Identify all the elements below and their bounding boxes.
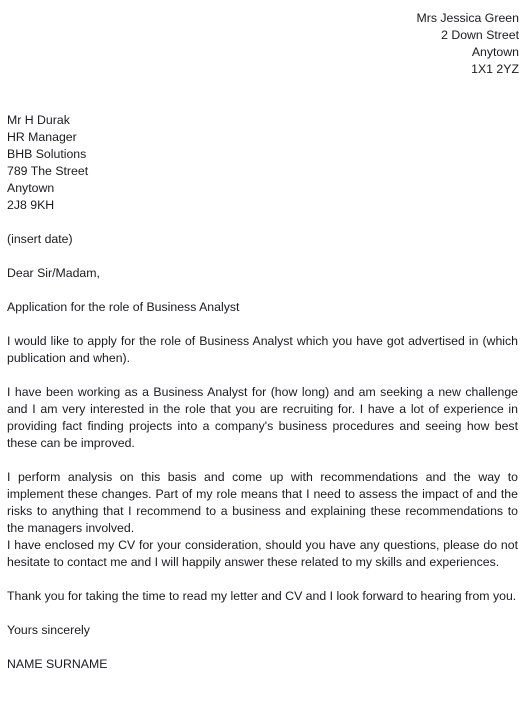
- sender-address-block: Mrs Jessica Green 2 Down Street Anytown …: [7, 10, 519, 78]
- body-paragraph-4: I have enclosed my CV for your considera…: [7, 538, 518, 569]
- sender-address-line-1: Mrs Jessica Green: [416, 11, 519, 25]
- recipient-address-block: Mr H Durak HR Manager BHB Solutions 789 …: [7, 112, 519, 214]
- sender-address-line-3: Anytown: [471, 45, 519, 59]
- body-paragraph-2: I have been working as a Business Analys…: [7, 385, 518, 450]
- spacer-after-salutation: [7, 282, 519, 299]
- recipient-address-line-4: 789 The Street: [7, 164, 89, 178]
- recipient-address-line-3: BHB Solutions: [7, 147, 87, 161]
- letter-page: Mrs Jessica Green 2 Down Street Anytown …: [0, 0, 529, 707]
- recipient-address-line-2: HR Manager: [7, 130, 77, 144]
- body-paragraph-1: I would like to apply for the role of Bu…: [7, 334, 518, 365]
- date-line: (insert date): [7, 232, 73, 246]
- recipient-address-line-5: Anytown: [7, 181, 55, 195]
- spacer-after-date: [7, 248, 519, 265]
- spacer-after-paragraph-1: [7, 367, 519, 384]
- salutation: Dear Sir/Madam,: [7, 266, 100, 280]
- spacer-after-paragraph-2: [7, 452, 519, 469]
- spacer-after-paragraph-4: [7, 571, 519, 588]
- body-paragraph-3: I perform analysis on this basis and com…: [7, 470, 518, 535]
- recipient-address-line-1: Mr H Durak: [7, 113, 70, 127]
- recipient-address-line-6: 2J8 9KH: [7, 198, 55, 212]
- subject-line: Application for the role of Business Ana…: [7, 300, 240, 314]
- spacer-after-subject: [7, 316, 519, 333]
- sender-address-line-2: 2 Down Street: [441, 28, 519, 42]
- sender-address-line-4: 1X1 2YZ: [471, 62, 519, 76]
- body-paragraph-5: Thank you for taking the time to read my…: [7, 589, 517, 603]
- sign-off: Yours sincerely: [7, 623, 90, 637]
- spacer-after-sign-off: [7, 639, 519, 656]
- spacer-after-paragraph-5: [7, 605, 519, 622]
- spacer-after-recipient: [7, 214, 519, 231]
- signature-name: NAME SURNAME: [7, 657, 108, 671]
